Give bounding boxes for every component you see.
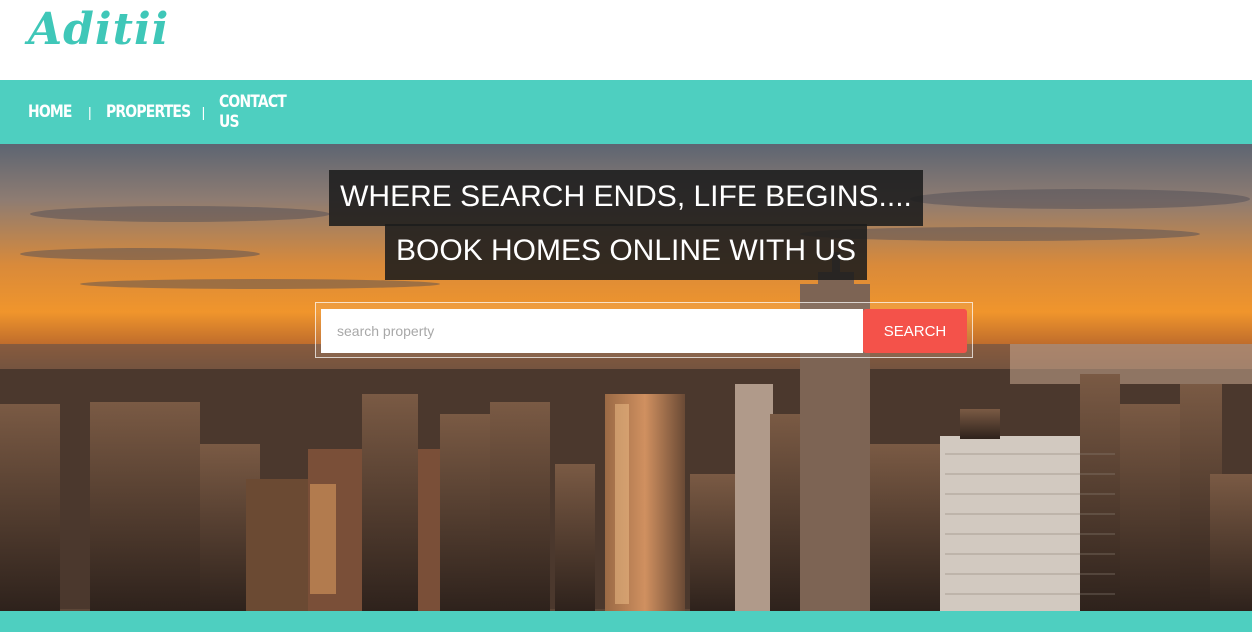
- nav-item-properties[interactable]: PROPERTES: [106, 102, 191, 122]
- search-input[interactable]: [321, 309, 863, 353]
- hero-headline-line2-wrap: BOOK HOMES ONLINE WITH US: [0, 224, 1252, 280]
- hero-headline-line1-wrap: WHERE SEARCH ENDS, LIFE BEGINS....: [0, 170, 1252, 226]
- nav-item-home[interactable]: HOME: [28, 102, 72, 122]
- site-logo[interactable]: Aditii: [28, 2, 169, 58]
- hero-headline-line2: BOOK HOMES ONLINE WITH US: [384, 224, 868, 280]
- search-form: SEARCH: [315, 302, 973, 358]
- nav-item-contact-us[interactable]: CONTACT US: [219, 92, 293, 132]
- site-header: Aditii: [0, 0, 1252, 80]
- nav-separator: |: [201, 104, 206, 120]
- main-navbar: HOME | PROPERTES | CONTACT US: [0, 80, 1252, 144]
- nav-separator: |: [88, 104, 92, 120]
- search-button[interactable]: SEARCH: [863, 309, 967, 353]
- footer-bar: [0, 611, 1252, 632]
- hero-headline-line1: WHERE SEARCH ENDS, LIFE BEGINS....: [329, 170, 923, 226]
- hero-banner: WHERE SEARCH ENDS, LIFE BEGINS.... BOOK …: [0, 144, 1252, 611]
- nav-menu: HOME | PROPERTES | CONTACT US: [28, 80, 309, 144]
